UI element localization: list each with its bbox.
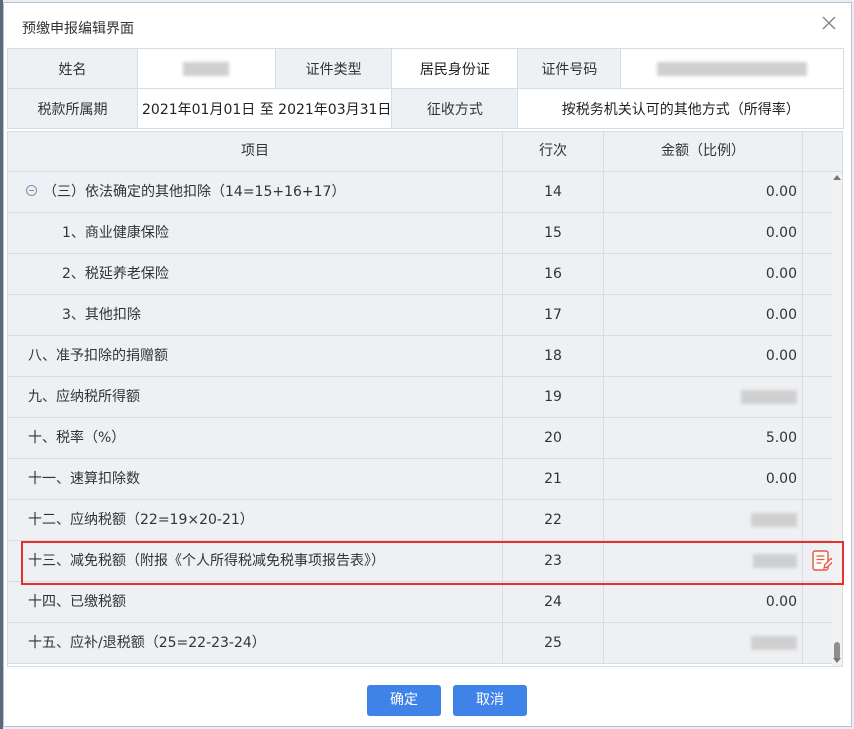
row-line-number: 16 <box>503 254 604 294</box>
id-number-label: 证件号码 <box>517 48 622 89</box>
table-row[interactable]: 八、准予扣除的捐赠额 18 0.00 <box>8 336 842 377</box>
row-item: 八、准予扣除的捐赠额 <box>8 336 503 376</box>
row-line-number: 21 <box>503 459 604 499</box>
close-icon[interactable] <box>819 13 839 33</box>
row-amount[interactable]: 0.00 <box>604 254 803 294</box>
period-label: 税款所属期 <box>7 88 138 129</box>
row-item-label: 十五、应补/退税额（25=22-23-24） <box>28 635 266 651</box>
scroll-up-icon[interactable] <box>833 175 841 180</box>
row-line-number: 23 <box>503 541 604 581</box>
row-item-label: 2、税延养老保险 <box>62 266 169 282</box>
cancel-button[interactable]: 取消 <box>453 685 527 716</box>
row-item-label: 八、准予扣除的捐赠额 <box>28 348 168 364</box>
row-amount[interactable]: 0.00 <box>604 295 803 335</box>
header-line: 行次 <box>503 132 604 171</box>
collapse-icon[interactable] <box>26 184 37 196</box>
row-item-label: 十三、减免税额（附报《个人所得税减免税事项报告表》） <box>28 553 385 569</box>
row-item: 十一、速算扣除数 <box>8 459 503 499</box>
row-line-number: 17 <box>503 295 604 335</box>
row-line-number: 19 <box>503 377 604 417</box>
row-item: 九、应纳税所得额 <box>8 377 503 417</box>
declaration-grid: 项目 行次 金额（比例） （三）依法确定的其他扣除（14=15+16+17） 14… <box>7 131 843 667</box>
dialog-title: 预缴申报编辑界面 <box>22 21 134 37</box>
row-amount[interactable] <box>604 623 803 663</box>
row-line-number: 18 <box>503 336 604 376</box>
row-item-label: 十四、已缴税额 <box>28 594 126 610</box>
grid-header: 项目 行次 金额（比例） <box>8 132 842 172</box>
masked-amount <box>753 554 797 568</box>
table-row[interactable]: 十一、速算扣除数 21 0.00 <box>8 459 842 500</box>
id-type-label: 证件类型 <box>274 48 393 89</box>
row-item: 十二、应纳税额（22=19×20-21） <box>8 500 503 540</box>
row-line-number: 22 <box>503 500 604 540</box>
row-amount[interactable]: 0.00 <box>604 336 803 376</box>
table-row[interactable]: （三）依法确定的其他扣除（14=15+16+17） 14 0.00 <box>8 172 842 213</box>
row-item: （三）依法确定的其他扣除（14=15+16+17） <box>8 172 503 212</box>
masked-amount <box>751 636 797 650</box>
id-type-value: 居民身份证 <box>391 48 519 89</box>
row-line-number: 24 <box>503 582 604 622</box>
row-amount[interactable]: 0.00 <box>604 459 803 499</box>
dialog-titlebar: 预缴申报编辑界面 <box>4 3 851 48</box>
masked-amount <box>741 390 797 404</box>
table-row[interactable]: 2、税延养老保险 16 0.00 <box>8 254 842 295</box>
id-number-value <box>620 48 844 89</box>
row-amount[interactable] <box>604 500 803 540</box>
row-item-label: 3、其他扣除 <box>62 307 141 323</box>
row-amount[interactable] <box>604 541 803 581</box>
table-row[interactable]: 十四、已缴税额 24 0.00 <box>8 582 842 623</box>
row-item: 十、税率（%） <box>8 418 503 458</box>
row-item: 十三、减免税额（附报《个人所得税减免税事项报告表》） <box>8 541 503 581</box>
table-row[interactable]: 九、应纳税所得额 19 <box>8 377 842 418</box>
row-item: 3、其他扣除 <box>8 295 503 335</box>
table-row[interactable]: 十三、减免税额（附报《个人所得税减免税事项报告表》） 23 <box>8 541 842 582</box>
scroll-down-icon[interactable] <box>833 658 841 663</box>
row-amount[interactable]: 0.00 <box>604 172 803 212</box>
masked-amount <box>751 513 797 527</box>
row-item-label: 十二、应纳税额（22=19×20-21） <box>28 512 254 528</box>
row-item: 十五、应补/退税额（25=22-23-24） <box>8 623 503 663</box>
confirm-button[interactable]: 确定 <box>367 685 441 716</box>
grid-scrollbar[interactable] <box>832 172 842 666</box>
row-item: 1、商业健康保险 <box>8 213 503 253</box>
table-row[interactable]: 十五、应补/退税额（25=22-23-24） 25 <box>8 623 842 664</box>
row-item-label: 十一、速算扣除数 <box>28 471 140 487</box>
header-item: 项目 <box>8 132 503 171</box>
table-row[interactable]: 十二、应纳税额（22=19×20-21） 22 <box>8 500 842 541</box>
table-row[interactable]: 3、其他扣除 17 0.00 <box>8 295 842 336</box>
header-action <box>803 132 842 171</box>
row-line-number: 15 <box>503 213 604 253</box>
row-item-label: 1、商业健康保险 <box>62 225 169 241</box>
row-item: 2、税延养老保险 <box>8 254 503 294</box>
method-value: 按税务机关认可的其他方式（所得率） <box>517 88 844 129</box>
row-line-number: 25 <box>503 623 604 663</box>
taxpayer-info-table: 姓名 证件类型 居民身份证 证件号码 税款所属期 2021年01月01日 至 2… <box>7 48 844 129</box>
row-item-label: 九、应纳税所得额 <box>28 389 140 405</box>
row-amount[interactable]: 0.00 <box>604 213 803 253</box>
declaration-edit-dialog: 预缴申报编辑界面 姓名 证件类型 居民身份证 证件号码 税款所属期 2021年0… <box>3 2 852 727</box>
row-item: 十四、已缴税额 <box>8 582 503 622</box>
name-label: 姓名 <box>7 48 138 89</box>
table-row[interactable]: 1、商业健康保险 15 0.00 <box>8 213 842 254</box>
row-amount[interactable]: 5.00 <box>604 418 803 458</box>
header-amount: 金额（比例） <box>604 132 803 171</box>
period-value: 2021年01月01日 至 2021年03月31日 <box>136 88 393 129</box>
row-line-number: 20 <box>503 418 604 458</box>
row-item-label: 十、税率（%） <box>28 430 126 446</box>
name-value <box>137 48 276 89</box>
row-item-label: （三）依法确定的其他扣除（14=15+16+17） <box>43 184 346 200</box>
row-line-number: 14 <box>503 172 604 212</box>
table-row[interactable]: 十、税率（%） 20 5.00 <box>8 418 842 459</box>
method-label: 征收方式 <box>391 88 519 129</box>
row-amount[interactable]: 0.00 <box>604 582 803 622</box>
row-amount[interactable] <box>604 377 803 417</box>
